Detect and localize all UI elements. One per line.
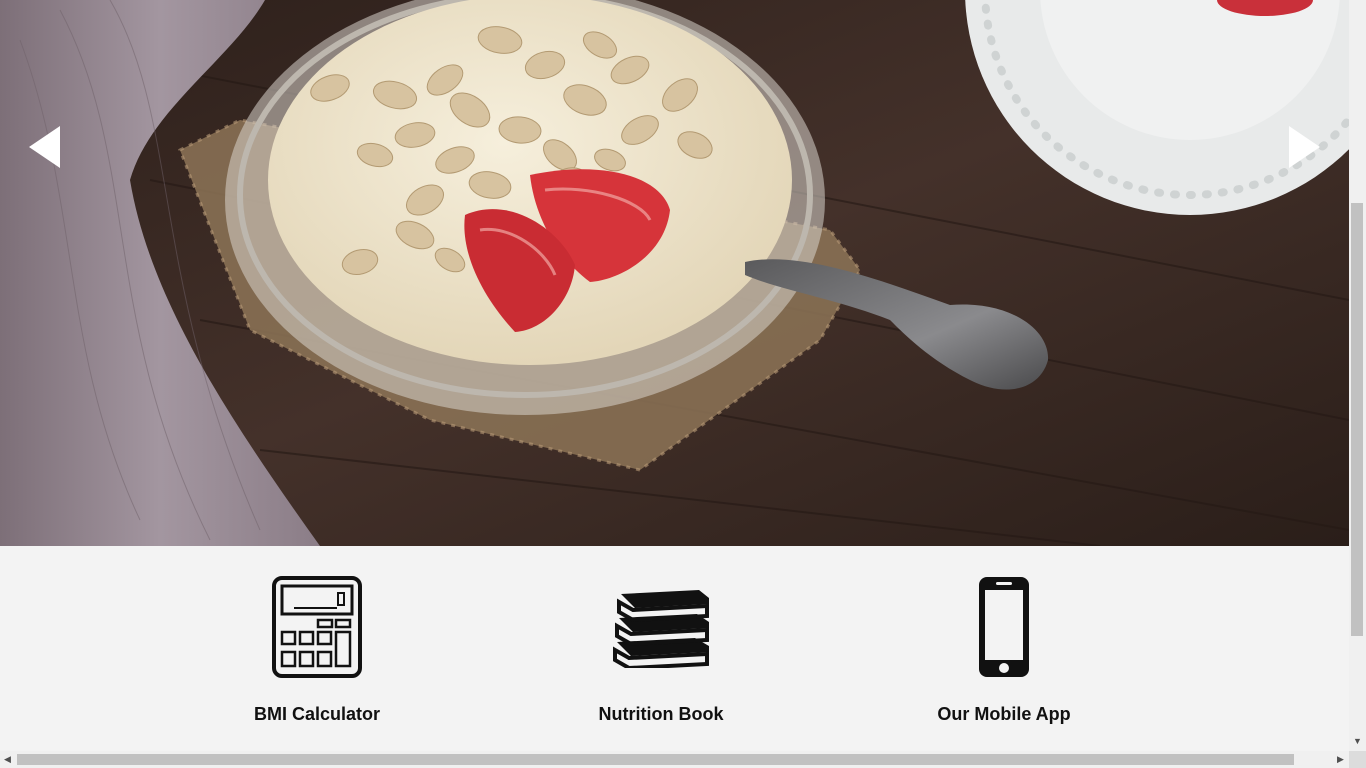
calculator-icon: [272, 576, 362, 683]
slider-prev-button[interactable]: [29, 126, 61, 168]
hero-image: [0, 0, 1349, 546]
feature-title: Our Mobile App: [937, 704, 1071, 724]
scroll-left-arrow-icon[interactable]: ◀: [4, 754, 11, 765]
scroll-right-arrow-icon[interactable]: ▶: [1337, 754, 1344, 765]
page-viewport: BMI Calculator Nutrition Book Our Mobile…: [0, 0, 1349, 751]
horizontal-scrollbar[interactable]: ◀ ▶: [0, 751, 1366, 768]
books-icon: [611, 586, 711, 673]
feature-title: Nutrition Book: [598, 704, 724, 724]
slider-next-button[interactable]: [1288, 126, 1320, 168]
feature-title: BMI Calculator: [253, 704, 381, 724]
vertical-scroll-thumb[interactable]: [1351, 203, 1363, 636]
features-section: BMI Calculator Nutrition Book Our Mobile…: [0, 546, 1349, 751]
hero-slider: [0, 0, 1349, 546]
scrollbar-corner: [1349, 751, 1366, 768]
scroll-down-arrow-icon[interactable]: ▼: [1353, 736, 1362, 746]
vertical-scrollbar[interactable]: ▼: [1349, 0, 1366, 751]
smartphone-icon: [978, 576, 1030, 683]
horizontal-scroll-thumb[interactable]: [17, 754, 1294, 765]
